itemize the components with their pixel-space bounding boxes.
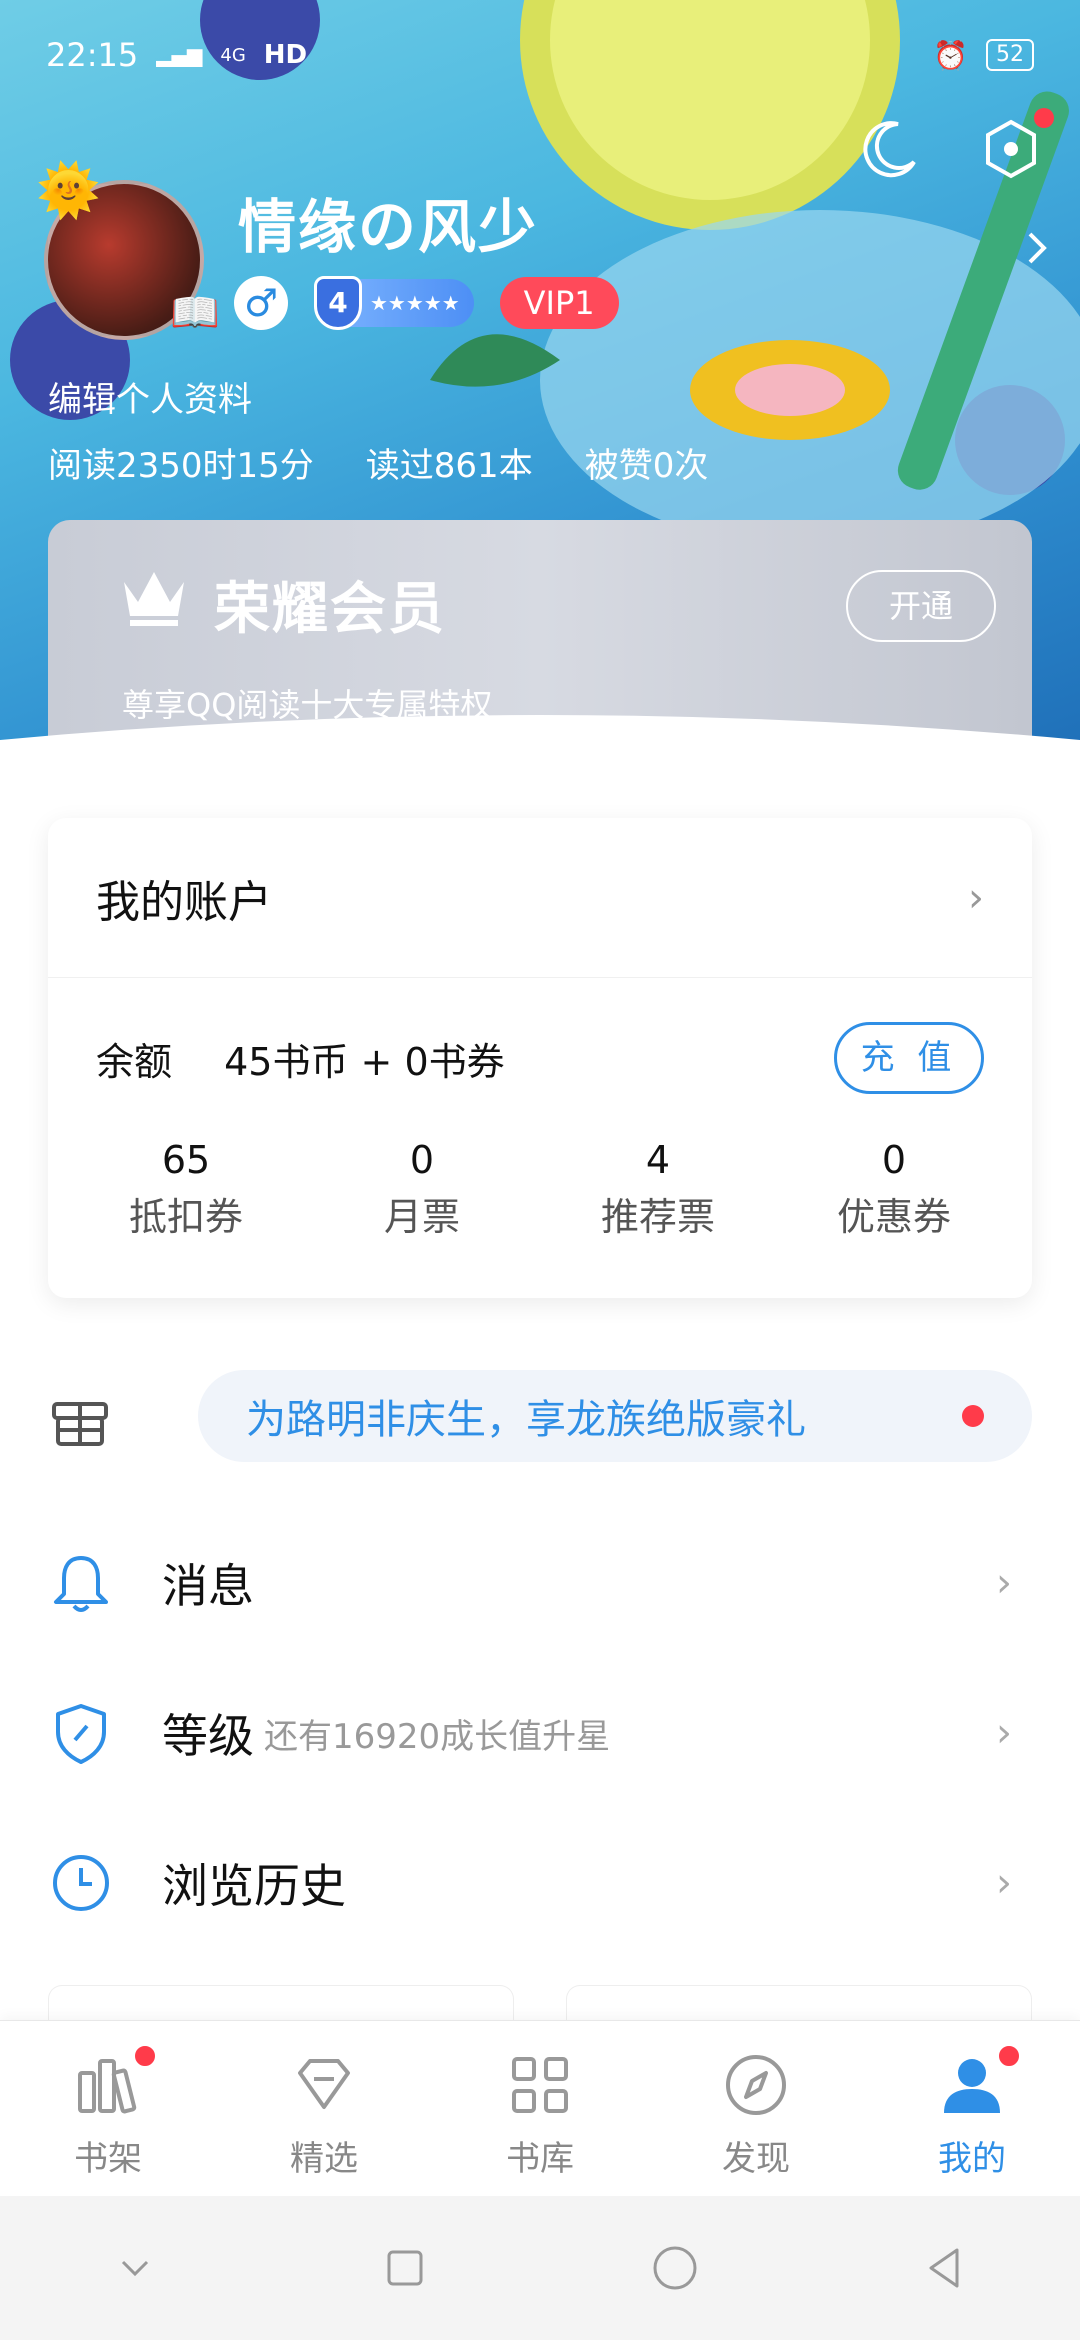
nav-notification-dot [132,2043,158,2069]
partial-card-right [566,1985,1032,2025]
account-header[interactable]: 我的账户 › [48,818,1032,978]
vip-badge[interactable]: VIP1 [499,277,619,329]
recharge-button[interactable]: 充 值 [834,1022,984,1094]
nav-label: 我的 [938,2139,1006,2179]
ticket-count: 65 [161,1138,211,1182]
status-bar: 22:15 ▂▄▆ 4G HD ⏰ 52 [46,30,1034,80]
ticket-recommend[interactable]: 4 推荐票 [541,1138,775,1241]
bell-icon [54,1556,108,1612]
battery-indicator: 52 [986,39,1034,71]
shield-icon [56,1704,106,1764]
menu-sublabel: 还有16920成长值升星 [264,1716,611,1757]
moon-icon [863,121,916,178]
night-mode-button[interactable] [856,116,922,182]
reading-stats: 阅读2350时15分 读过861本 被赞0次 [48,438,708,487]
promo-notification-dot [962,1405,984,1427]
signal-icon: ▂▄▆ [156,43,203,67]
level-shield-icon: 4 [314,276,362,330]
chevron-down-icon[interactable] [105,2238,165,2298]
recents-square-icon[interactable] [375,2238,435,2298]
ticket-deduction[interactable]: 65 抵扣券 [69,1138,303,1241]
ticket-monthly[interactable]: 0 月票 [305,1138,539,1241]
likes-count: 被赞0次 [584,446,709,486]
sun-icon: 🌞 [36,161,101,221]
balance-label: 余额 [96,1039,173,1084]
network-label: 4G [220,44,246,66]
partial-cards [48,1985,1032,2025]
menu-label: 等级 [162,1709,254,1763]
account-card: 我的账户 › 余额 45书币 + 0书券 充 值 65 抵扣券 0 月票 4 推… [48,818,1032,1298]
balance-value: 45书币 + 0书券 [224,1039,505,1084]
chevron-right-icon: › [996,1860,1012,1906]
ticket-count: 0 [881,1138,907,1182]
clock-icon [53,1855,109,1911]
hexagon-settings-icon [986,119,1036,179]
chevron-right-icon: › [968,874,984,921]
gift-icon [52,1402,108,1446]
books-read: 读过861本 [365,446,533,486]
level-badge[interactable]: 4 ★★★★★ [314,276,474,330]
nav-item-mine[interactable]: 我的 [882,2021,1062,2196]
account-title: 我的账户 [96,876,272,928]
chevron-right-icon: › [996,1560,1012,1606]
nav-notification-dot [996,2043,1022,2069]
system-navigation-bar [0,2196,1080,2340]
ticket-row: 65 抵扣券 0 月票 4 推荐票 0 优惠券 [48,1138,1032,1241]
edit-profile-link[interactable]: 编辑个人资料 [48,372,252,421]
nav-label: 书架 [74,2139,142,2179]
gender-male-icon: ♂ [234,276,288,330]
menu-label: 浏览历史 [162,1859,346,1913]
grid-icon [512,2057,568,2113]
ticket-count: 4 [645,1138,671,1182]
ticket-label: 月票 [383,1195,460,1239]
compass-icon [726,2055,786,2115]
avatar-button[interactable]: 🌞 📖 [36,160,220,340]
ticket-count: 0 [409,1138,435,1182]
level-stars: ★★★★★ [370,291,460,315]
partial-card-left [48,1985,514,2025]
nickname[interactable]: 情缘の风少 [238,180,538,264]
ticket-label: 优惠券 [836,1195,951,1239]
nav-item-featured[interactable]: 精选 [234,2021,414,2196]
menu-list: 消息 › 等级 还有16920成长值升星 › 浏览历史 › [48,1508,1032,1958]
nav-label: 精选 [290,2139,358,2179]
chevron-right-icon: › [996,1710,1012,1756]
settings-button[interactable] [978,108,1054,182]
header-curve [0,715,1080,760]
nav-label: 发现 [722,2139,790,2179]
chevron-right-icon[interactable] [1022,228,1052,268]
alarm-icon: ⏰ [933,38,968,72]
nav-item-discover[interactable]: 发现 [666,2021,846,2196]
ticket-coupon[interactable]: 0 优惠券 [777,1138,1011,1241]
vip-open-button[interactable]: 开通 [846,570,996,642]
back-triangle-icon[interactable] [915,2238,975,2298]
menu-item-history[interactable]: 浏览历史 › [48,1808,1032,1958]
nav-label: 书库 [506,2139,574,2179]
profile-header: 22:15 ▂▄▆ 4G HD ⏰ 52 🌞 📖 情缘の风少 ♂ 4 ★★★★★… [0,0,1080,760]
ticket-label: 推荐票 [600,1195,715,1239]
ticket-label: 抵扣券 [128,1195,243,1239]
settings-notification-dot [1034,108,1054,128]
bottom-navigation: 书架 精选 书库 发现 我的 [0,2020,1080,2196]
balance-row: 余额 45书币 + 0书券 充 值 [48,978,1032,1138]
promo-text: 为路明非庆生，享龙族绝版豪礼 [246,1397,806,1443]
diamond-icon [298,2059,350,2109]
vip-title: 荣耀会员 [214,577,446,642]
menu-item-level[interactable]: 等级 还有16920成长值升星 › [48,1658,1032,1808]
status-time: 22:15 [46,36,139,74]
home-circle-icon[interactable] [645,2238,705,2298]
crown-icon [124,572,184,626]
read-time: 阅读2350时15分 [48,446,314,486]
promo-pill[interactable]: 为路明非庆生，享龙族绝版豪礼 [198,1370,1032,1462]
nav-item-bookshelf[interactable]: 书架 [18,2021,198,2196]
hd-label: HD [263,40,308,70]
menu-item-messages[interactable]: 消息 › [48,1508,1032,1658]
promo-banner[interactable]: 为路明非庆生，享龙族绝版豪礼 [48,1370,1032,1462]
menu-label: 消息 [162,1559,254,1613]
book-icon: 📖 [170,290,220,336]
nav-item-library[interactable]: 书库 [450,2021,630,2196]
